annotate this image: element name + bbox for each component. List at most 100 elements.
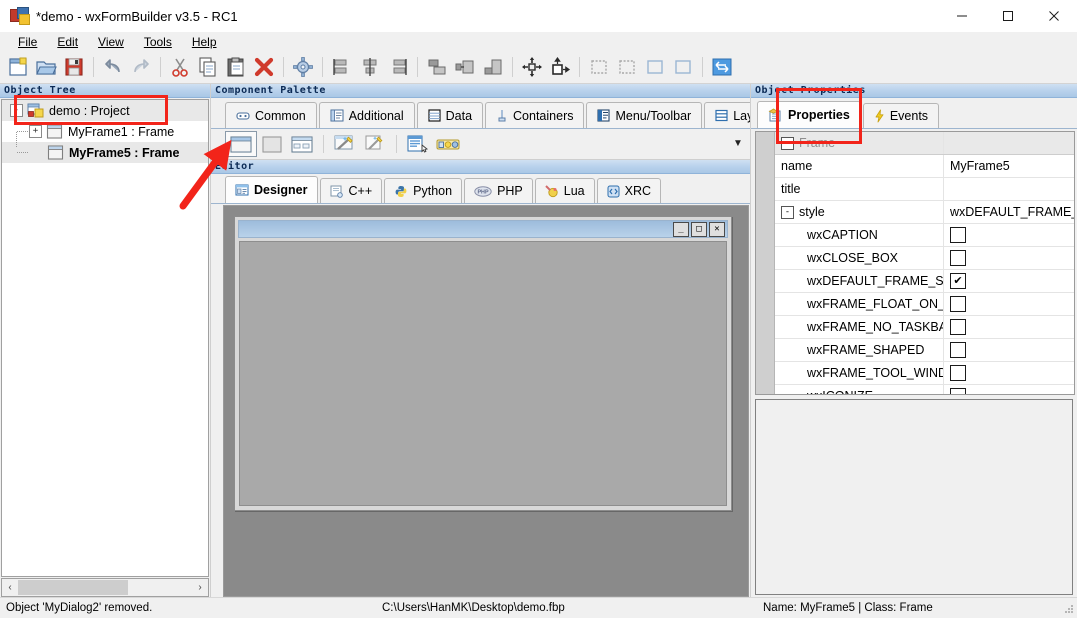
- property-wxframeshaped-value[interactable]: [943, 339, 1074, 361]
- property-wxclosebox-value[interactable]: [943, 247, 1074, 269]
- border-right-icon[interactable]: [613, 53, 641, 81]
- wxdialog-icon[interactable]: [287, 132, 317, 156]
- scroll-right-arrow-icon[interactable]: ›: [192, 580, 208, 595]
- style-collapse-icon[interactable]: -: [781, 205, 794, 219]
- tab-data[interactable]: Data: [416, 102, 484, 128]
- property-wxiconize-value[interactable]: [943, 385, 1074, 394]
- property-row-wxframeshaped[interactable]: wxFRAME_SHAPED: [775, 339, 1074, 362]
- tab-xrc[interactable]: XRC: [596, 178, 662, 203]
- open-project-icon[interactable]: [32, 53, 60, 81]
- save-project-icon[interactable]: [60, 53, 88, 81]
- palette-overflow-button[interactable]: ▼: [728, 129, 748, 158]
- property-row-name[interactable]: name MyFrame5: [775, 155, 1074, 178]
- property-title-value[interactable]: [943, 178, 1074, 200]
- menu-help[interactable]: Help: [182, 33, 227, 51]
- tab-lua[interactable]: Lua: [534, 178, 595, 203]
- menu-file[interactable]: File: [8, 33, 47, 51]
- stretch-icon[interactable]: [546, 53, 574, 81]
- delete-icon[interactable]: [250, 53, 278, 81]
- maximize-button[interactable]: [985, 0, 1031, 32]
- frame-preview[interactable]: _ □ ✕: [234, 216, 732, 511]
- new-project-icon[interactable]: [4, 53, 32, 81]
- resize-grip-icon[interactable]: [1061, 601, 1075, 615]
- checkbox-wxiconize[interactable]: [950, 388, 966, 394]
- tab-containers[interactable]: Containers: [485, 102, 585, 128]
- border-top-icon[interactable]: [641, 53, 669, 81]
- hscroll-thumb[interactable]: [18, 580, 128, 595]
- tree-node-myframe1[interactable]: + MyFrame1 : Frame: [2, 100, 208, 142]
- minimize-button[interactable]: [939, 0, 985, 32]
- paste-icon[interactable]: [222, 53, 250, 81]
- property-grid[interactable]: - Frame name MyFrame5 title - style wxDE…: [755, 131, 1075, 395]
- checkbox-wxframe-no-taskbar[interactable]: [950, 319, 966, 335]
- align-left-icon[interactable]: [328, 53, 356, 81]
- frame-preview-maximize[interactable]: □: [691, 221, 707, 237]
- border-bottom-icon[interactable]: [669, 53, 697, 81]
- property-row-wxframetoolwindow[interactable]: wxFRAME_TOOL_WIND: [775, 362, 1074, 385]
- toolbar-form-icon[interactable]: [433, 132, 463, 156]
- checkbox-wxframe-shaped[interactable]: [950, 342, 966, 358]
- property-row-wxframenotaskbar[interactable]: wxFRAME_NO_TASKBA: [775, 316, 1074, 339]
- object-tree-hscrollbar[interactable]: ‹ ›: [1, 578, 209, 597]
- align-bottom-icon[interactable]: [479, 53, 507, 81]
- object-tree-view[interactable]: - demo : Project +: [1, 99, 209, 577]
- wxframe-icon[interactable]: [225, 131, 257, 157]
- designer-canvas[interactable]: _ □ ✕: [223, 205, 749, 597]
- checkbox-wxclose-box[interactable]: [950, 250, 966, 266]
- property-wxframetoolwindow-value[interactable]: [943, 362, 1074, 384]
- property-wxframenotaskbar-value[interactable]: [943, 316, 1074, 338]
- close-button[interactable]: [1031, 0, 1077, 32]
- menu-view[interactable]: View: [88, 33, 134, 51]
- tab-designer[interactable]: Designer: [225, 176, 318, 203]
- undo-icon[interactable]: [99, 53, 127, 81]
- property-row-title[interactable]: title: [775, 178, 1074, 201]
- checkbox-wxframe-float-on-parent[interactable]: [950, 296, 966, 312]
- property-row-wxdefaultframestyle[interactable]: wxDEFAULT_FRAME_ST ✔: [775, 270, 1074, 293]
- align-middle-icon[interactable]: [451, 53, 479, 81]
- scroll-left-arrow-icon[interactable]: ‹: [2, 580, 18, 595]
- wxwizard-icon[interactable]: [330, 132, 360, 156]
- redo-icon[interactable]: [127, 53, 155, 81]
- category-collapse-icon[interactable]: -: [781, 136, 794, 150]
- hscroll-track[interactable]: [18, 580, 192, 595]
- frame-preview-close[interactable]: ✕: [709, 221, 725, 237]
- checkbox-wxdefault-frame-style[interactable]: ✔: [950, 273, 966, 289]
- cut-icon[interactable]: [166, 53, 194, 81]
- property-row-wxclosebox[interactable]: wxCLOSE_BOX: [775, 247, 1074, 270]
- property-wxdefaultframestyle-value[interactable]: ✔: [943, 270, 1074, 292]
- tab-python[interactable]: Python: [384, 178, 463, 203]
- property-row-style[interactable]: - style wxDEFAULT_FRAME_: [775, 201, 1074, 224]
- toggle-editor-icon[interactable]: [708, 53, 736, 81]
- generate-code-icon[interactable]: [289, 53, 317, 81]
- tab-properties[interactable]: Properties: [757, 101, 861, 128]
- frame-preview-body[interactable]: [239, 241, 727, 506]
- property-row-wxframefloatonparent[interactable]: wxFRAME_FLOAT_ON_P: [775, 293, 1074, 316]
- wizardpage-icon[interactable]: [360, 132, 390, 156]
- property-row-wxiconize[interactable]: wxICONIZE: [775, 385, 1074, 394]
- property-category-frame[interactable]: - Frame: [775, 132, 1074, 155]
- expand-icon[interactable]: [518, 53, 546, 81]
- align-right-icon[interactable]: [384, 53, 412, 81]
- tab-additional[interactable]: Additional: [318, 102, 415, 128]
- property-row-wxcaption[interactable]: wxCAPTION: [775, 224, 1074, 247]
- tree-node-myframe5[interactable]: MyFrame5 : Frame: [2, 132, 208, 163]
- property-wxcaption-value[interactable]: [943, 224, 1074, 246]
- tab-cpp[interactable]: C++: [319, 178, 383, 203]
- menu-edit[interactable]: Edit: [47, 33, 88, 51]
- align-center-icon[interactable]: [356, 53, 384, 81]
- copy-icon[interactable]: [194, 53, 222, 81]
- menu-tools[interactable]: Tools: [134, 33, 182, 51]
- tab-menu-toolbar[interactable]: Menu/Toolbar: [586, 102, 703, 128]
- border-left-icon[interactable]: [585, 53, 613, 81]
- checkbox-wxcaption[interactable]: [950, 227, 966, 243]
- tab-events[interactable]: Events: [862, 103, 940, 128]
- align-top-icon[interactable]: [423, 53, 451, 81]
- tab-common[interactable]: Common: [225, 102, 317, 128]
- tree-expander-icon[interactable]: +: [29, 125, 42, 138]
- property-name-value[interactable]: MyFrame5: [943, 155, 1074, 177]
- menubar-form-icon[interactable]: [403, 132, 433, 156]
- frame-preview-minimize[interactable]: _: [673, 221, 689, 237]
- wxpanel-icon[interactable]: [257, 132, 287, 156]
- property-wxframefloatonparent-value[interactable]: [943, 293, 1074, 315]
- tree-node-demo-project[interactable]: - demo : Project: [2, 100, 208, 121]
